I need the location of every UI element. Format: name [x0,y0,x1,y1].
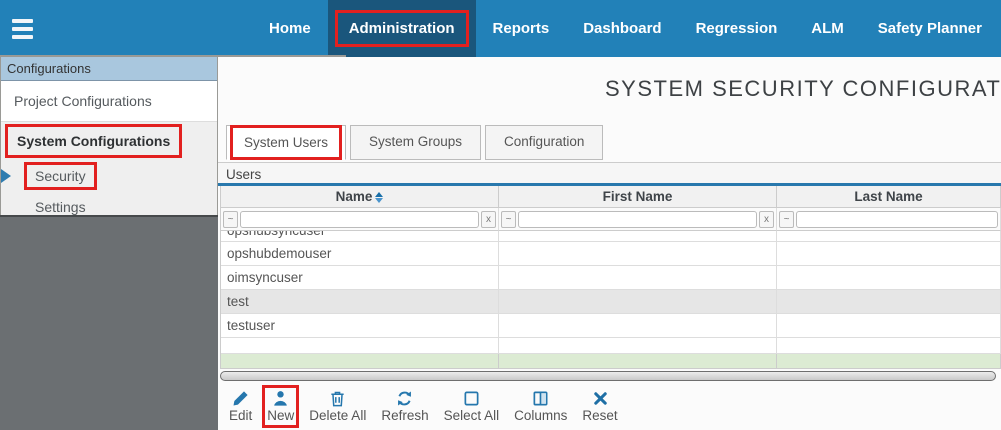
nav-item-administration[interactable]: Administration [328,0,476,57]
security-tabs: System Users System Groups Configuration [226,125,603,160]
table-row[interactable]: opshubdemouser [221,242,1001,266]
columns-icon [532,390,549,407]
select-all-button[interactable]: Select All [444,390,500,423]
pencil-icon [232,390,249,407]
table-footer-row [221,354,1001,369]
table-row[interactable]: oimsyncuser [221,266,1001,290]
annotation-box-system-configurations: System Configurations [8,127,179,155]
trash-icon [329,390,346,407]
sidebar-item-security[interactable]: Security [1,160,217,191]
table-toolbar: Edit New Delete All Refresh [218,383,1001,423]
sidebar-item-system-configurations[interactable]: System Configurations [1,122,217,160]
horizontal-scrollbar[interactable] [220,370,999,383]
users-panel: Users Name First Name Last Name ~ x ~ x [218,162,1001,423]
page-title: SYSTEM SECURITY CONFIGURATIONS [605,76,1001,102]
hamburger-menu-icon[interactable] [0,0,46,57]
filter-cell-first-name: ~ x [499,208,777,231]
tab-configuration[interactable]: Configuration [485,125,603,160]
column-header-last-name[interactable]: Last Name [777,186,1001,208]
filter-clear-button[interactable]: x [481,211,496,228]
nav-item-regression[interactable]: Regression [679,0,795,57]
sort-icon[interactable] [375,192,383,203]
filter-operator-button[interactable]: ~ [501,211,516,228]
user-icon [272,390,289,407]
column-header-name[interactable]: Name [221,186,499,208]
table-filter-row: ~ x ~ x ~ [221,208,1001,231]
top-navbar: Home Administration Reports Dashboard Re… [0,0,1001,57]
filter-clear-button[interactable]: x [759,211,774,228]
nav-item-alm[interactable]: ALM [794,0,861,57]
refresh-button[interactable]: Refresh [381,390,428,423]
main-content: SYSTEM SECURITY CONFIGURATIONS System Us… [218,57,1001,430]
scrollbar-thumb[interactable] [220,371,996,381]
users-table: Name First Name Last Name ~ x ~ x ~ [220,186,1001,369]
nav-item-safety-planner[interactable]: Safety Planner [861,0,999,57]
table-row-empty [221,338,1001,354]
reset-button[interactable]: Reset [582,390,617,423]
new-button[interactable]: New [267,390,294,423]
sidebar-item-project-configurations[interactable]: Project Configurations [1,81,217,121]
x-icon [592,390,609,407]
table-row[interactable]: opshubsyncuser [221,231,1001,242]
annotation-box-security: Security [27,165,94,187]
columns-button[interactable]: Columns [514,390,567,423]
filter-last-name-input[interactable] [796,211,998,228]
current-selection-arrow-icon [1,169,11,183]
tab-system-users[interactable]: System Users [226,125,346,160]
filter-cell-name: ~ x [221,208,499,231]
table-row[interactable]: testuser [221,314,1001,338]
filter-operator-button[interactable]: ~ [779,211,794,228]
square-icon [463,390,480,407]
filter-name-input[interactable] [240,211,479,228]
table-row[interactable]: test [221,290,1001,314]
edit-button[interactable]: Edit [229,390,252,423]
filter-operator-button[interactable]: ~ [223,211,238,228]
system-configurations-group: System Configurations Security Settings [1,121,217,222]
main-navigation: Home Administration Reports Dashboard Re… [252,0,1001,57]
configurations-menu-panel: Configurations Project Configurations Sy… [0,57,218,223]
column-header-first-name[interactable]: First Name [499,186,777,208]
refresh-icon [396,390,413,407]
sidebar-background-filler [0,215,218,430]
nav-item-dashboard[interactable]: Dashboard [566,0,678,57]
filter-cell-last-name: ~ [777,208,1001,231]
tab-system-groups[interactable]: System Groups [350,125,481,160]
table-header-row: Name First Name Last Name [221,186,1001,208]
delete-all-button[interactable]: Delete All [309,390,366,423]
filter-first-name-input[interactable] [518,211,757,228]
sidebar-header: Configurations [1,57,217,81]
users-panel-title: Users [218,162,1001,186]
nav-item-home[interactable]: Home [252,0,328,57]
nav-item-reports[interactable]: Reports [476,0,567,57]
annotation-box-system-users: System Users [233,128,339,157]
annotation-box-administration: Administration [338,13,466,44]
